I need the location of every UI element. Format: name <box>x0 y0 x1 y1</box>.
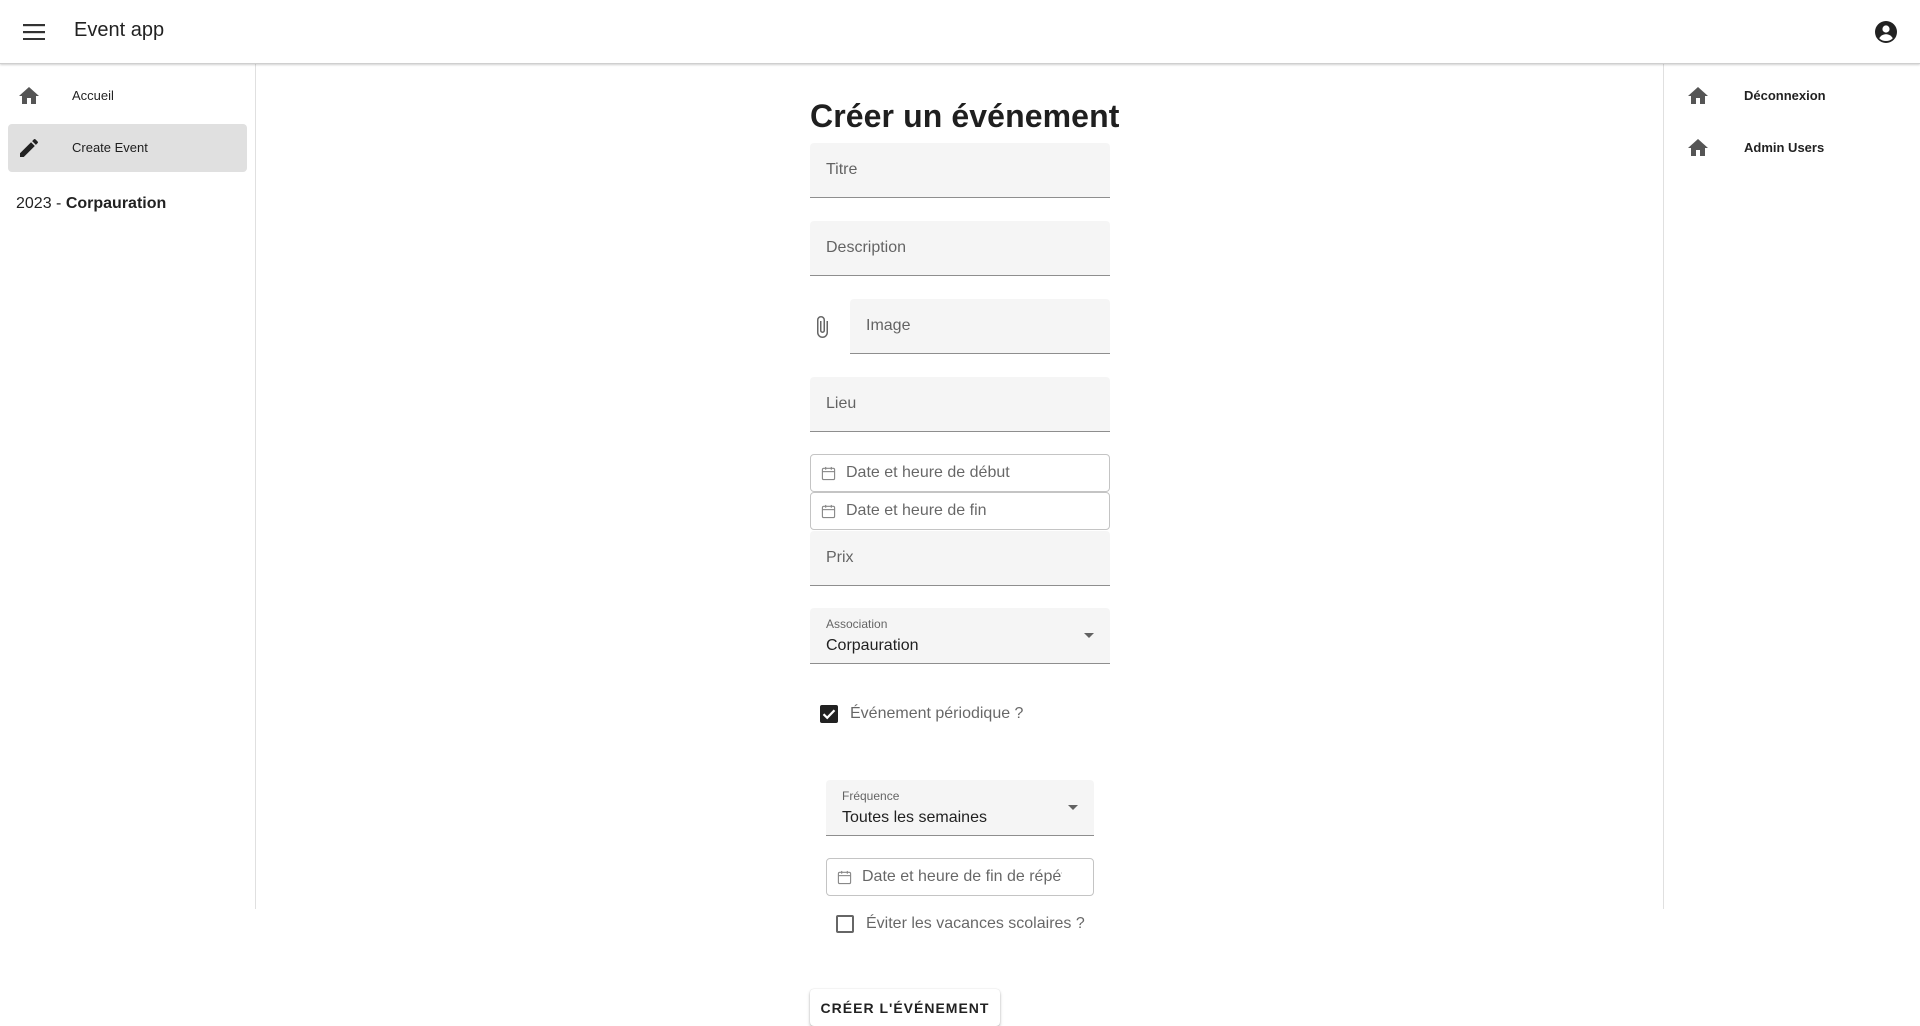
organization-name: Corpauration <box>65 195 167 212</box>
frequency-select[interactable]: Fréquence Toutes les semaines <box>826 780 1094 836</box>
paperclip-icon[interactable] <box>810 315 834 339</box>
nav-item-create-event[interactable]: Create Event <box>8 124 247 172</box>
description-field-placeholder: Description <box>826 239 907 256</box>
nav-item-label: Déconnexion <box>1744 88 1826 103</box>
association-select-label: Association <box>826 617 888 631</box>
create-event-button[interactable]: CRÉER L'ÉVÉNEMENT <box>810 989 1000 1026</box>
recurring-event-checkbox[interactable] <box>820 705 838 723</box>
description-field[interactable]: Description <box>810 221 1110 276</box>
avoid-holidays-checkbox[interactable] <box>836 915 854 933</box>
nav-item-deconnexion[interactable]: Déconnexion <box>1672 72 1912 120</box>
right-navigation-drawer: Déconnexion Admin Users <box>1663 64 1920 909</box>
calendar-icon <box>821 504 836 519</box>
association-select-value: Corpauration <box>826 637 919 654</box>
menu-icon <box>23 24 45 40</box>
home-icon <box>1688 87 1708 104</box>
recurring-event-label[interactable]: Événement périodique ? <box>850 705 1023 723</box>
calendar-icon <box>837 870 852 885</box>
price-field[interactable]: Prix <box>810 531 1110 586</box>
home-icon <box>1688 139 1708 156</box>
year-text: 2023 - <box>16 195 66 212</box>
nav-item-label: Admin Users <box>1744 140 1825 155</box>
start-date-field[interactable]: Date et heure de début <box>810 454 1110 492</box>
image-field[interactable]: Image <box>850 299 1110 354</box>
title-field-placeholder: Titre <box>826 161 858 178</box>
nav-item-accueil[interactable]: Accueil <box>8 72 247 120</box>
page-title: Créer un événement <box>810 98 1120 134</box>
frequency-select-label: Fréquence <box>842 789 900 803</box>
chevron-down-icon <box>1068 805 1078 810</box>
location-field[interactable]: Lieu <box>810 377 1110 432</box>
app-bar: Event app <box>0 0 1920 64</box>
end-date-field[interactable]: Date et heure de fin <box>810 492 1110 530</box>
avoid-holidays-label[interactable]: Éviter les vacances scolaires ? <box>866 915 1085 933</box>
repeat-end-date-field[interactable]: Date et heure de fin de répétition <box>826 858 1094 896</box>
start-date-placeholder: Date et heure de début <box>846 464 1010 481</box>
location-field-placeholder: Lieu <box>826 395 857 412</box>
account-circle-icon <box>1875 21 1897 43</box>
year-organization-label: 2023 - Corpauration <box>16 195 166 213</box>
pencil-icon <box>20 138 39 157</box>
menu-button[interactable] <box>14 14 54 50</box>
account-button[interactable] <box>1868 16 1904 48</box>
price-field-placeholder: Prix <box>826 549 854 566</box>
chevron-down-icon <box>1084 633 1094 638</box>
nav-item-admin-users[interactable]: Admin Users <box>1672 124 1912 172</box>
frequency-select-value: Toutes les semaines <box>842 809 987 826</box>
home-icon <box>19 87 39 104</box>
calendar-icon <box>821 466 836 481</box>
image-field-placeholder: Image <box>866 317 911 334</box>
repeat-end-date-placeholder: Date et heure de fin de répétition <box>862 868 1062 885</box>
left-navigation-drawer: Accueil Create Event 2023 - Corpauration <box>0 64 256 909</box>
nav-item-label: Create Event <box>72 140 148 155</box>
nav-item-label: Accueil <box>72 88 114 103</box>
app-title: Event app <box>74 19 165 41</box>
title-field[interactable]: Titre <box>810 143 1110 198</box>
checkmark-icon <box>822 709 836 720</box>
end-date-placeholder: Date et heure de fin <box>846 502 987 519</box>
association-select[interactable]: Association Corpauration <box>810 608 1110 664</box>
